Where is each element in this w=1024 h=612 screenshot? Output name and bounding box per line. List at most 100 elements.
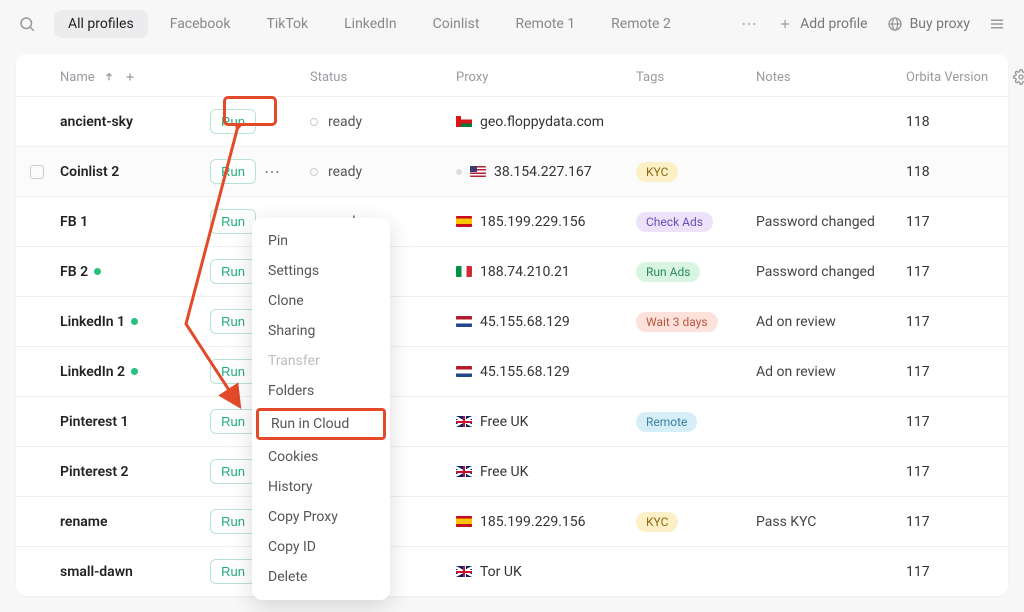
profiles-table: Name Status Proxy Tags Notes Orbita Vers… (16, 54, 1008, 596)
proxy-cell: Free UK (456, 414, 636, 430)
status-cell: ready (310, 164, 456, 180)
col-version[interactable]: Orbita Version (906, 70, 1006, 85)
tab-linkedin[interactable]: LinkedIn (330, 10, 411, 38)
flag-icon (470, 166, 486, 177)
tab-remote-1[interactable]: Remote 1 (501, 10, 589, 38)
profile-name: Pinterest 2 (60, 464, 210, 480)
tag-badge[interactable]: KYC (636, 162, 678, 182)
col-name[interactable]: Name (60, 70, 95, 85)
proxy-cell: 185.199.229.156 (456, 514, 636, 530)
tag-badge[interactable]: KYC (636, 512, 678, 532)
notes-cell: Password changed (756, 214, 906, 230)
proxy-cell: 45.155.68.129 (456, 364, 636, 380)
ready-indicator-icon (310, 118, 318, 126)
flag-icon (456, 316, 472, 327)
flag-icon (456, 366, 472, 377)
flag-icon (456, 516, 472, 527)
table-row[interactable]: FB 1Runready185.199.229.156Check AdsPass… (16, 196, 1008, 246)
ctx-history[interactable]: History (252, 472, 390, 502)
flag-icon (456, 216, 472, 227)
proxy-status-dot-icon (456, 169, 462, 175)
ctx-sharing[interactable]: Sharing (252, 316, 390, 346)
profile-name: Pinterest 1 (60, 414, 210, 430)
gear-icon[interactable] (1012, 68, 1024, 86)
proxy-cell: 38.154.227.167 (456, 164, 636, 180)
ready-indicator-icon (310, 168, 318, 176)
version-cell: 117 (906, 414, 1006, 430)
table-row[interactable]: renameRunready185.199.229.156KYCPass KYC… (16, 496, 1008, 546)
add-profile-label: Add profile (800, 16, 867, 32)
status-cell: ready (310, 114, 456, 130)
sort-asc-icon[interactable] (103, 71, 115, 83)
ctx-copy-id[interactable]: Copy ID (252, 532, 390, 562)
run-button[interactable]: Run (210, 159, 256, 184)
run-button[interactable]: Run (210, 309, 256, 334)
tag-badge[interactable]: Remote (636, 412, 697, 432)
run-button[interactable]: Run (210, 209, 256, 234)
table-header: Name Status Proxy Tags Notes Orbita Vers… (16, 54, 1008, 96)
tag-badge[interactable]: Run Ads (636, 262, 700, 282)
col-notes[interactable]: Notes (756, 70, 906, 85)
table-row[interactable]: LinkedIn 1Runready45.155.68.129Wait 3 da… (16, 296, 1008, 346)
flag-icon (456, 416, 472, 427)
run-button[interactable]: Run (210, 109, 256, 134)
ctx-folders[interactable]: Folders (252, 376, 390, 406)
notes-cell: Ad on review (756, 364, 906, 380)
col-proxy[interactable]: Proxy (456, 70, 636, 85)
version-cell: 118 (906, 114, 1006, 130)
flag-icon (456, 566, 472, 577)
tag-badge[interactable]: Check Ads (636, 212, 713, 232)
proxy-cell: Free UK (456, 464, 636, 480)
tag-badge[interactable]: Wait 3 days (636, 312, 718, 332)
profile-name: LinkedIn 1 (60, 314, 210, 330)
run-button[interactable]: Run (210, 409, 256, 434)
version-cell: 117 (906, 314, 1006, 330)
context-menu: PinSettingsCloneSharingTransferFoldersRu… (252, 218, 390, 600)
run-button[interactable]: Run (210, 509, 256, 534)
version-cell: 117 (906, 214, 1006, 230)
ctx-settings[interactable]: Settings (252, 256, 390, 286)
flag-icon (456, 266, 472, 277)
tab-all-profiles[interactable]: All profiles (54, 10, 148, 38)
table-row[interactable]: Pinterest 2RunreadyFree UK117 (16, 446, 1008, 496)
ctx-pin[interactable]: Pin (252, 226, 390, 256)
hamburger-icon[interactable] (988, 15, 1006, 33)
ctx-clone[interactable]: Clone (252, 286, 390, 316)
row-more-icon[interactable]: ⋯ (264, 162, 282, 181)
row-checkbox[interactable] (30, 165, 44, 179)
table-row[interactable]: LinkedIn 2Runready45.155.68.129Ad on rev… (16, 346, 1008, 396)
buy-proxy-button[interactable]: Buy proxy (886, 15, 970, 33)
notes-cell: Pass KYC (756, 514, 906, 530)
add-profile-button[interactable]: Add profile (776, 15, 867, 33)
table-row[interactable]: FB 2Runready188.74.210.21Run AdsPassword… (16, 246, 1008, 296)
version-cell: 117 (906, 464, 1006, 480)
table-row[interactable]: Pinterest 1RunreadyFree UKRemote117 (16, 396, 1008, 446)
more-tabs-icon[interactable] (740, 15, 758, 33)
tab-remote-2[interactable]: Remote 2 (597, 10, 685, 38)
col-tags[interactable]: Tags (636, 70, 756, 85)
search-icon[interactable] (18, 15, 36, 33)
profile-name: Coinlist 2 (60, 164, 210, 180)
proxy-cell: geo.floppydata.com (456, 114, 636, 130)
tab-facebook[interactable]: Facebook (156, 10, 245, 38)
tab-coinlist[interactable]: Coinlist (419, 10, 494, 38)
ctx-cookies[interactable]: Cookies (252, 442, 390, 472)
tab-tiktok[interactable]: TikTok (253, 10, 323, 38)
col-status[interactable]: Status (310, 70, 456, 85)
status-dot-icon (131, 368, 138, 375)
table-row[interactable]: small-dawnRunreadyTor UK117 (16, 546, 1008, 596)
ctx-delete[interactable]: Delete (252, 562, 390, 592)
run-button[interactable]: Run (210, 359, 256, 384)
version-cell: 118 (906, 164, 1006, 180)
globe-icon (886, 15, 904, 33)
ctx-run-in-cloud[interactable]: Run in Cloud (256, 408, 386, 440)
table-row[interactable]: ancient-skyRunreadygeo.floppydata.com118 (16, 96, 1008, 146)
ctx-copy-proxy[interactable]: Copy Proxy (252, 502, 390, 532)
profile-name: FB 2 (60, 264, 210, 280)
table-row[interactable]: Coinlist 2Run ⋯ ready38.154.227.167KYC 118 (16, 146, 1008, 196)
run-button[interactable]: Run (210, 259, 256, 284)
add-column-icon[interactable] (123, 70, 137, 84)
plus-icon (776, 15, 794, 33)
run-button[interactable]: Run (210, 559, 256, 584)
run-button[interactable]: Run (210, 459, 256, 484)
